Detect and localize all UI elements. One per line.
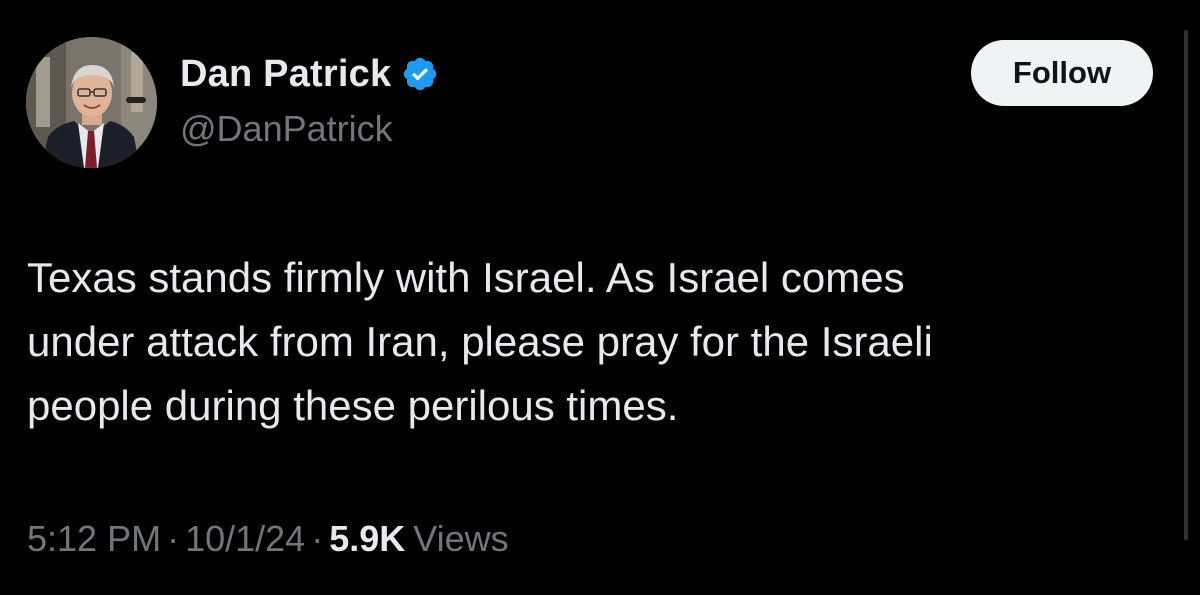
author-avatar[interactable] (26, 37, 157, 168)
author-handle[interactable]: @DanPatrick (180, 108, 393, 150)
views-count[interactable]: 5.9K (329, 518, 405, 560)
author-name-row: Dan Patrick (180, 52, 439, 96)
meta-separator: · (167, 518, 180, 559)
tweet-text-line: Texas stands firmly with Israel. As Isra… (27, 254, 905, 301)
tweet-text: Texas stands firmly with Israel. As Isra… (27, 246, 1137, 438)
tweet-date[interactable]: 10/1/24 (185, 518, 305, 560)
tweet-time[interactable]: 5:12 PM (27, 518, 161, 560)
meta-separator: · (311, 518, 324, 559)
tweet-text-line: people during these perilous times. (27, 382, 679, 429)
author-display-name[interactable]: Dan Patrick (180, 53, 391, 96)
follow-button[interactable]: Follow (971, 40, 1153, 106)
tweet-text-line: under attack from Iran, please pray for … (27, 318, 933, 365)
verified-badge-icon (401, 55, 439, 93)
avatar-photo (26, 37, 157, 168)
tweet-card: Dan Patrick @DanPatrick Follow Texas sta… (0, 0, 1200, 595)
tweet-meta: 5:12 PM · 10/1/24 · 5.9K Views (27, 518, 509, 560)
scrollbar[interactable] (1184, 30, 1188, 540)
views-label: Views (413, 518, 509, 559)
